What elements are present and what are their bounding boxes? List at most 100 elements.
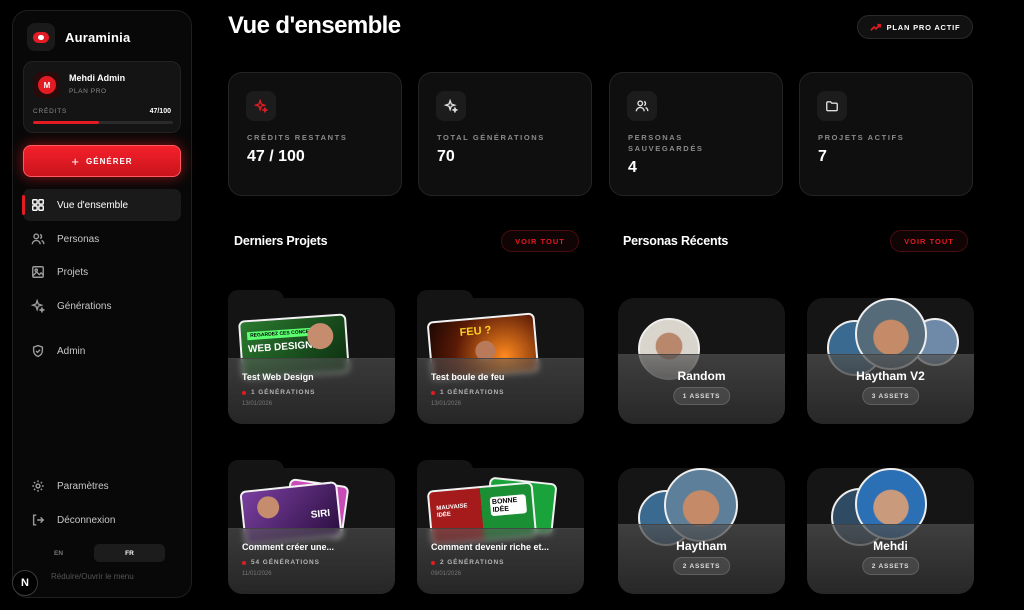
project-generations: 1 GÉNÉRATIONS — [431, 389, 504, 396]
app-name: Auraminia — [65, 29, 131, 45]
project-name: Test boule de feu — [431, 372, 505, 382]
sidebar-item-personas[interactable]: Personas — [23, 223, 181, 255]
sidebar-item-label: Vue d'ensemble — [57, 199, 129, 211]
stat-card-credits: CRÉDITS RESTANTS 47 / 100 — [228, 72, 402, 196]
folder-icon — [817, 91, 847, 121]
sidebar-item-generations[interactable]: Générations — [23, 290, 181, 322]
generate-label: GÉNÉRER — [86, 156, 133, 166]
plus-icon: + — [71, 153, 81, 169]
gear-icon — [32, 480, 44, 492]
n-badge[interactable]: N — [12, 570, 38, 596]
sparkles-red-icon — [246, 91, 276, 121]
sidebar-item-overview[interactable]: Vue d'ensemble — [22, 189, 181, 221]
personas-section-title: Personas Récents — [623, 234, 729, 248]
persona-front: Haytham 2 ASSETS — [618, 524, 785, 594]
stat-label: TOTAL GÉNÉRATIONS — [437, 133, 545, 142]
project-date: 09/01/2026 — [431, 571, 462, 577]
persona-card[interactable]: Mehdi 2 ASSETS — [807, 468, 974, 594]
project-date: 13/01/2026 — [242, 401, 273, 407]
project-date: 11/01/2026 — [242, 571, 272, 577]
sidebar-item-label: Admin — [57, 345, 86, 357]
stat-label: PROJETS ACTIFS — [818, 133, 905, 142]
projects-section-title: Derniers Projets — [234, 234, 328, 248]
sparkles-icon — [436, 91, 466, 121]
page-title: Vue d'ensemble — [228, 12, 401, 39]
persona-card[interactable]: Random 1 ASSETS — [618, 298, 785, 424]
persona-name: Haytham — [676, 539, 727, 553]
project-generations: 2 GÉNÉRATIONS — [431, 559, 504, 566]
settings-label: Paramètres — [57, 480, 109, 492]
stat-card-projects: PROJETS ACTIFS 7 — [799, 72, 973, 196]
persona-name: Random — [677, 369, 726, 383]
project-card[interactable]: REGARDEZ CES CONCEPTS WEB DESIGNE Test W… — [228, 290, 395, 424]
stat-value: 47 / 100 — [247, 148, 305, 165]
persona-card[interactable]: Haytham 2 ASSETS — [618, 468, 785, 594]
persona-card[interactable]: Haytham V2 3 ASSETS — [807, 298, 974, 424]
brand[interactable]: Auraminia — [27, 23, 130, 51]
stat-value: 70 — [437, 148, 455, 165]
stat-card-generations: TOTAL GÉNÉRATIONS 70 — [418, 72, 592, 196]
credits-label: CRÉDITS — [33, 108, 68, 115]
persona-name: Haytham V2 — [856, 369, 925, 383]
project-generations: 1 GÉNÉRATIONS — [242, 389, 315, 396]
plan-badge-label: PLAN PRO ACTIF — [886, 22, 961, 32]
trending-up-icon — [869, 23, 881, 31]
red-dot-icon — [242, 560, 246, 565]
users-icon — [627, 91, 657, 121]
sidebar: Auraminia M Mehdi Admin PLAN PRO CRÉDITS… — [12, 10, 192, 598]
user-name: Mehdi Admin — [69, 73, 126, 83]
thumbnail-text-left: MAUVAISE IDÉE — [436, 503, 468, 519]
personas-see-all-button[interactable]: VOIR TOUT — [890, 230, 968, 252]
lang-en-button[interactable]: EN — [23, 544, 94, 562]
stat-label: PERSONAS SAUVEGARDÉS — [628, 133, 704, 153]
persona-front: Mehdi 2 ASSETS — [807, 524, 974, 594]
user-plan: PLAN PRO — [69, 88, 107, 95]
generations-count: 2 GÉNÉRATIONS — [440, 559, 505, 566]
projects-see-all-button[interactable]: VOIR TOUT — [501, 230, 579, 252]
generate-button[interactable]: + GÉNÉRER — [23, 145, 181, 177]
stat-value: 7 — [818, 148, 827, 165]
project-card[interactable]: MAUVAISE IDÉE BONNE IDÉE Comment devenir… — [417, 460, 584, 594]
avatar-initial: M — [38, 76, 56, 94]
sidebar-item-projects[interactable]: Projets — [23, 256, 181, 288]
persona-assets-badge: 2 ASSETS — [861, 557, 920, 575]
persona-assets-badge: 1 ASSETS — [672, 387, 731, 405]
sidebar-item-settings[interactable]: Paramètres — [23, 470, 181, 502]
collapse-menu-hint[interactable]: Réduire/Ouvrir le menu — [51, 572, 134, 581]
thumbnail-text: SIRI — [310, 507, 331, 521]
sidebar-item-logout[interactable]: Déconnexion — [23, 504, 181, 536]
shield-icon — [32, 344, 44, 358]
project-card[interactable]: FEU ? Test boule de feu 1 GÉNÉRATIONS 13… — [417, 290, 584, 424]
user-card: M Mehdi Admin PLAN PRO CRÉDITS 47/100 — [23, 61, 181, 133]
grid-icon — [32, 199, 44, 211]
language-switch: EN FR — [23, 544, 165, 562]
project-date: 13/01/2026 — [431, 401, 462, 407]
logout-icon — [32, 514, 45, 526]
sparkles-icon — [31, 299, 45, 313]
stat-label: CRÉDITS RESTANTS — [247, 133, 348, 142]
folder-front: Test Web Design 1 GÉNÉRATIONS 13/01/2026 — [228, 358, 395, 424]
persona-assets-badge: 3 ASSETS — [861, 387, 920, 405]
project-card[interactable]: SIRI Comment créer une... 54 GÉNÉRATIONS… — [228, 460, 395, 594]
image-icon — [32, 266, 44, 278]
red-dot-icon — [242, 390, 246, 395]
thumbnail-text: BONNE IDÉE — [489, 494, 528, 517]
logout-label: Déconnexion — [57, 514, 116, 526]
credits-progress-bar — [33, 121, 173, 124]
project-name: Comment devenir riche et... — [431, 542, 550, 552]
stat-card-personas: PERSONAS SAUVEGARDÉS 4 — [609, 72, 783, 196]
folder-front: Comment devenir riche et... 2 GÉNÉRATION… — [417, 528, 584, 594]
generations-count: 1 GÉNÉRATIONS — [440, 389, 505, 396]
sidebar-item-admin[interactable]: Admin — [23, 335, 181, 367]
thumbnail-face — [306, 322, 335, 351]
persona-name: Mehdi — [873, 539, 908, 553]
thumbnail-face — [256, 495, 281, 520]
users-icon — [31, 233, 45, 245]
credits-progress-fill — [33, 121, 99, 124]
avatar: M — [34, 72, 60, 98]
persona-assets-badge: 2 ASSETS — [672, 557, 731, 575]
logo-icon — [27, 23, 55, 51]
thumbnail-text: FEU ? — [459, 324, 492, 339]
lang-fr-button[interactable]: FR — [94, 544, 165, 562]
red-dot-icon — [431, 390, 435, 395]
